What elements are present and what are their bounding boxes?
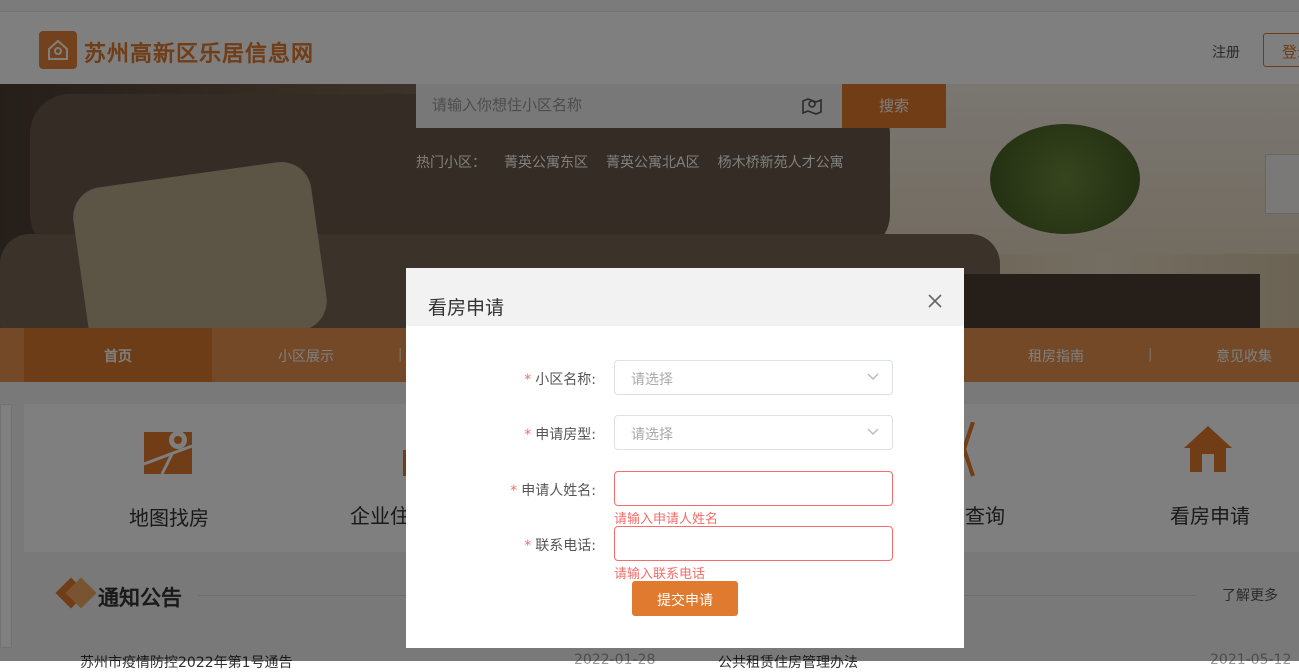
room-type-label-text: 申请房型: [535,427,596,443]
dialog-header: 看房申请 [406,268,964,326]
community-select-placeholder: 请选择 [631,372,673,388]
viewing-request-dialog: 看房申请 * 小区名称: 请选择 * 申请房型: 请选择 * 申请人姓名: 请输入申请… [406,268,964,648]
required-mark: * [524,372,532,388]
community-select[interactable]: 请选择 [614,360,893,395]
applicant-name-label: * 申请人姓名: [406,480,596,500]
required-mark: * [524,427,532,443]
submit-button[interactable]: 提交申请 [632,581,738,616]
community-name-label: * 小区名称: [406,369,596,389]
required-mark: * [510,483,518,499]
chevron-down-icon[interactable] [867,428,879,436]
close-icon[interactable] [926,292,944,310]
applicant-name-error: 请输入申请人姓名 [614,512,719,527]
applicant-name-label-text: 申请人姓名: [521,483,596,499]
room-type-select[interactable]: 请选择 [614,415,893,450]
room-type-label: * 申请房型: [406,424,596,444]
room-type-placeholder: 请选择 [631,427,673,443]
phone-label: * 联系电话: [406,535,596,555]
community-name-label-text: 小区名称: [535,372,596,388]
dialog-title: 看房申请 [428,297,505,319]
phone-error: 请输入联系电话 [614,567,706,582]
chevron-down-icon[interactable] [867,373,879,381]
phone-input[interactable] [614,526,893,561]
applicant-name-input[interactable] [614,471,893,506]
phone-label-text: 联系电话: [535,538,596,554]
required-mark: * [524,538,532,554]
